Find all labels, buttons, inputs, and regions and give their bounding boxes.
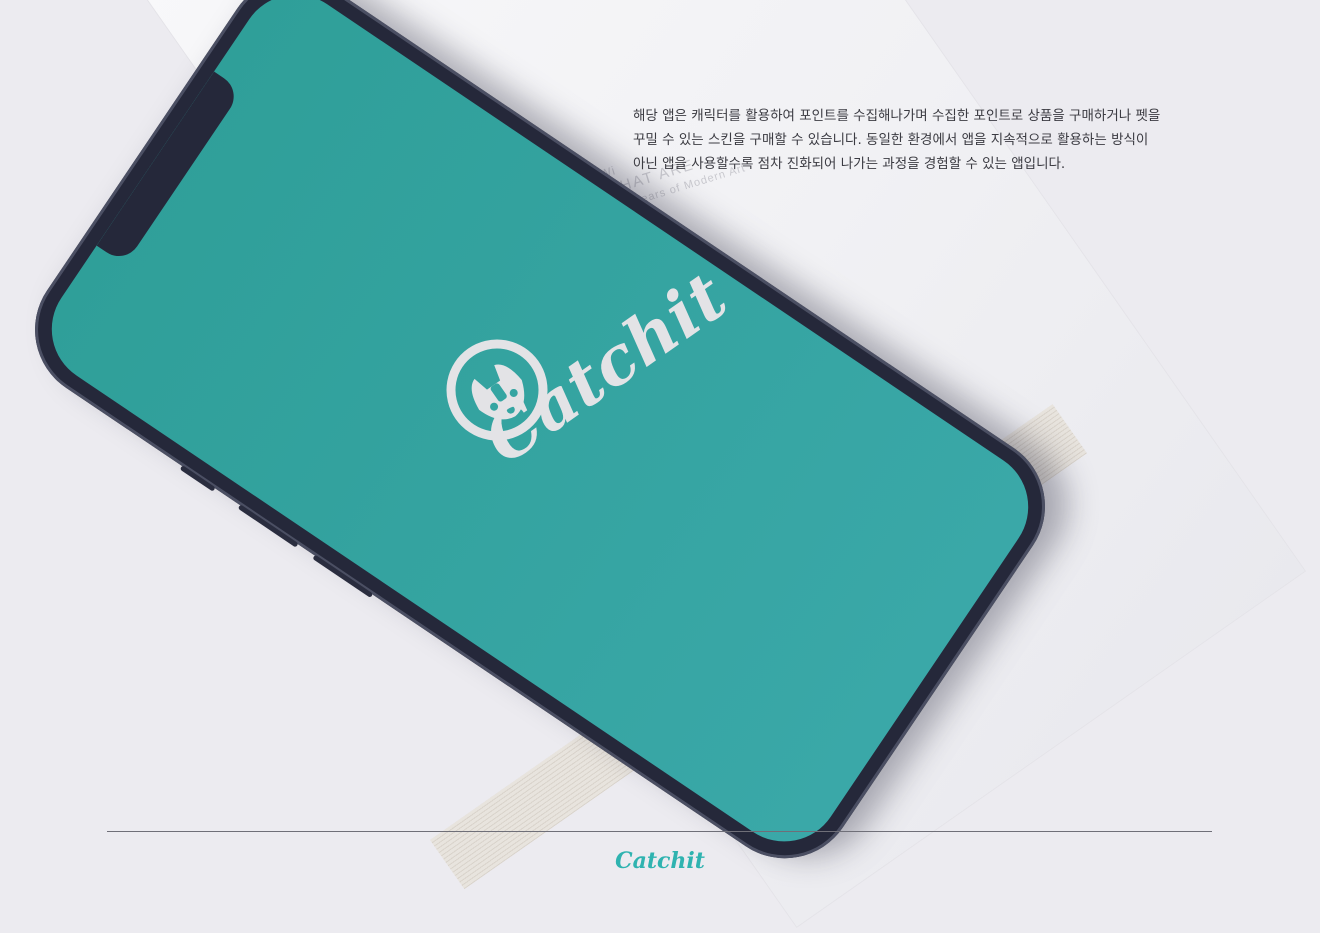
phone-side-button <box>179 465 216 492</box>
description-line: 꾸밀 수 있는 스킨을 구매할 수 있습니다. 동일한 환경에서 앱을 지속적으… <box>633 132 1149 148</box>
description-line: 해당 앱은 캐릭터를 활용하여 포인트를 수집해나가며 수집한 포인트로 상품을… <box>633 108 1161 124</box>
footer-divider <box>107 831 1212 832</box>
mockup-scene: Wi WHAT ARE 150 Years of Modern Art Catc… <box>0 0 1320 933</box>
app-description: 해당 앱은 캐릭터를 활용하여 포인트를 수집해나가며 수집한 포인트로 상품을… <box>633 104 1273 176</box>
description-line: 아닌 앱을 사용할수록 점차 진화되어 나가는 과정을 경험할 수 있는 앱입니… <box>633 156 1066 172</box>
phone-notch <box>96 71 243 265</box>
footer-brand: Catchit <box>615 848 705 874</box>
